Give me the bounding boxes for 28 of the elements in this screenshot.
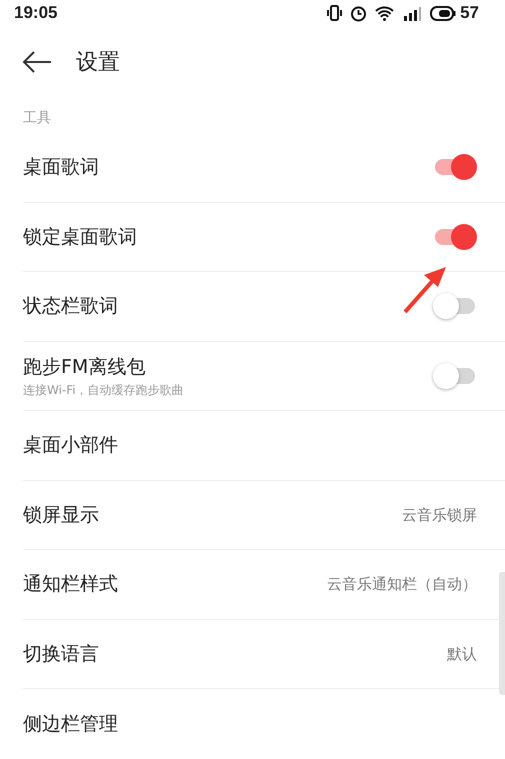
setting-label: 通知栏样式 [23, 572, 118, 597]
battery-level: 57 [460, 2, 479, 24]
battery-icon [430, 6, 456, 20]
toggle-switch[interactable] [433, 291, 477, 322]
status-time: 19:05 [14, 2, 58, 24]
page-title: 设置 [76, 48, 120, 76]
setting-label: 跑步FM离线包 [23, 354, 146, 380]
signal-icon [402, 5, 422, 21]
vibrate-icon [327, 5, 342, 21]
annotation-arrow [402, 265, 448, 315]
setting-label: 切换语言 [23, 642, 99, 666]
setting-label: 桌面歌词 [23, 155, 99, 180]
toggle-switch[interactable] [433, 360, 477, 391]
wifi-icon [375, 5, 394, 21]
setting-description: 连接Wi-Fi，自动缓存跑步歌曲 [23, 382, 184, 399]
setting-value: 云音乐锁屏 [402, 504, 477, 526]
setting-value: 云音乐通知栏（自动） [327, 574, 477, 595]
section-header: 工具 [22, 109, 52, 128]
setting-label: 侧边栏管理 [23, 712, 118, 736]
setting-label: 桌面小部件 [23, 433, 118, 458]
setting-label: 锁定桌面歌词 [23, 224, 137, 250]
alarm-icon [350, 4, 368, 22]
back-arrow-icon[interactable] [22, 51, 52, 73]
setting-label: 锁屏显示 [23, 502, 99, 528]
toggle-switch[interactable] [433, 222, 477, 252]
setting-label: 状态栏歌词 [23, 294, 118, 319]
toggle-switch[interactable] [433, 152, 477, 182]
setting-value: 默认 [447, 644, 477, 664]
